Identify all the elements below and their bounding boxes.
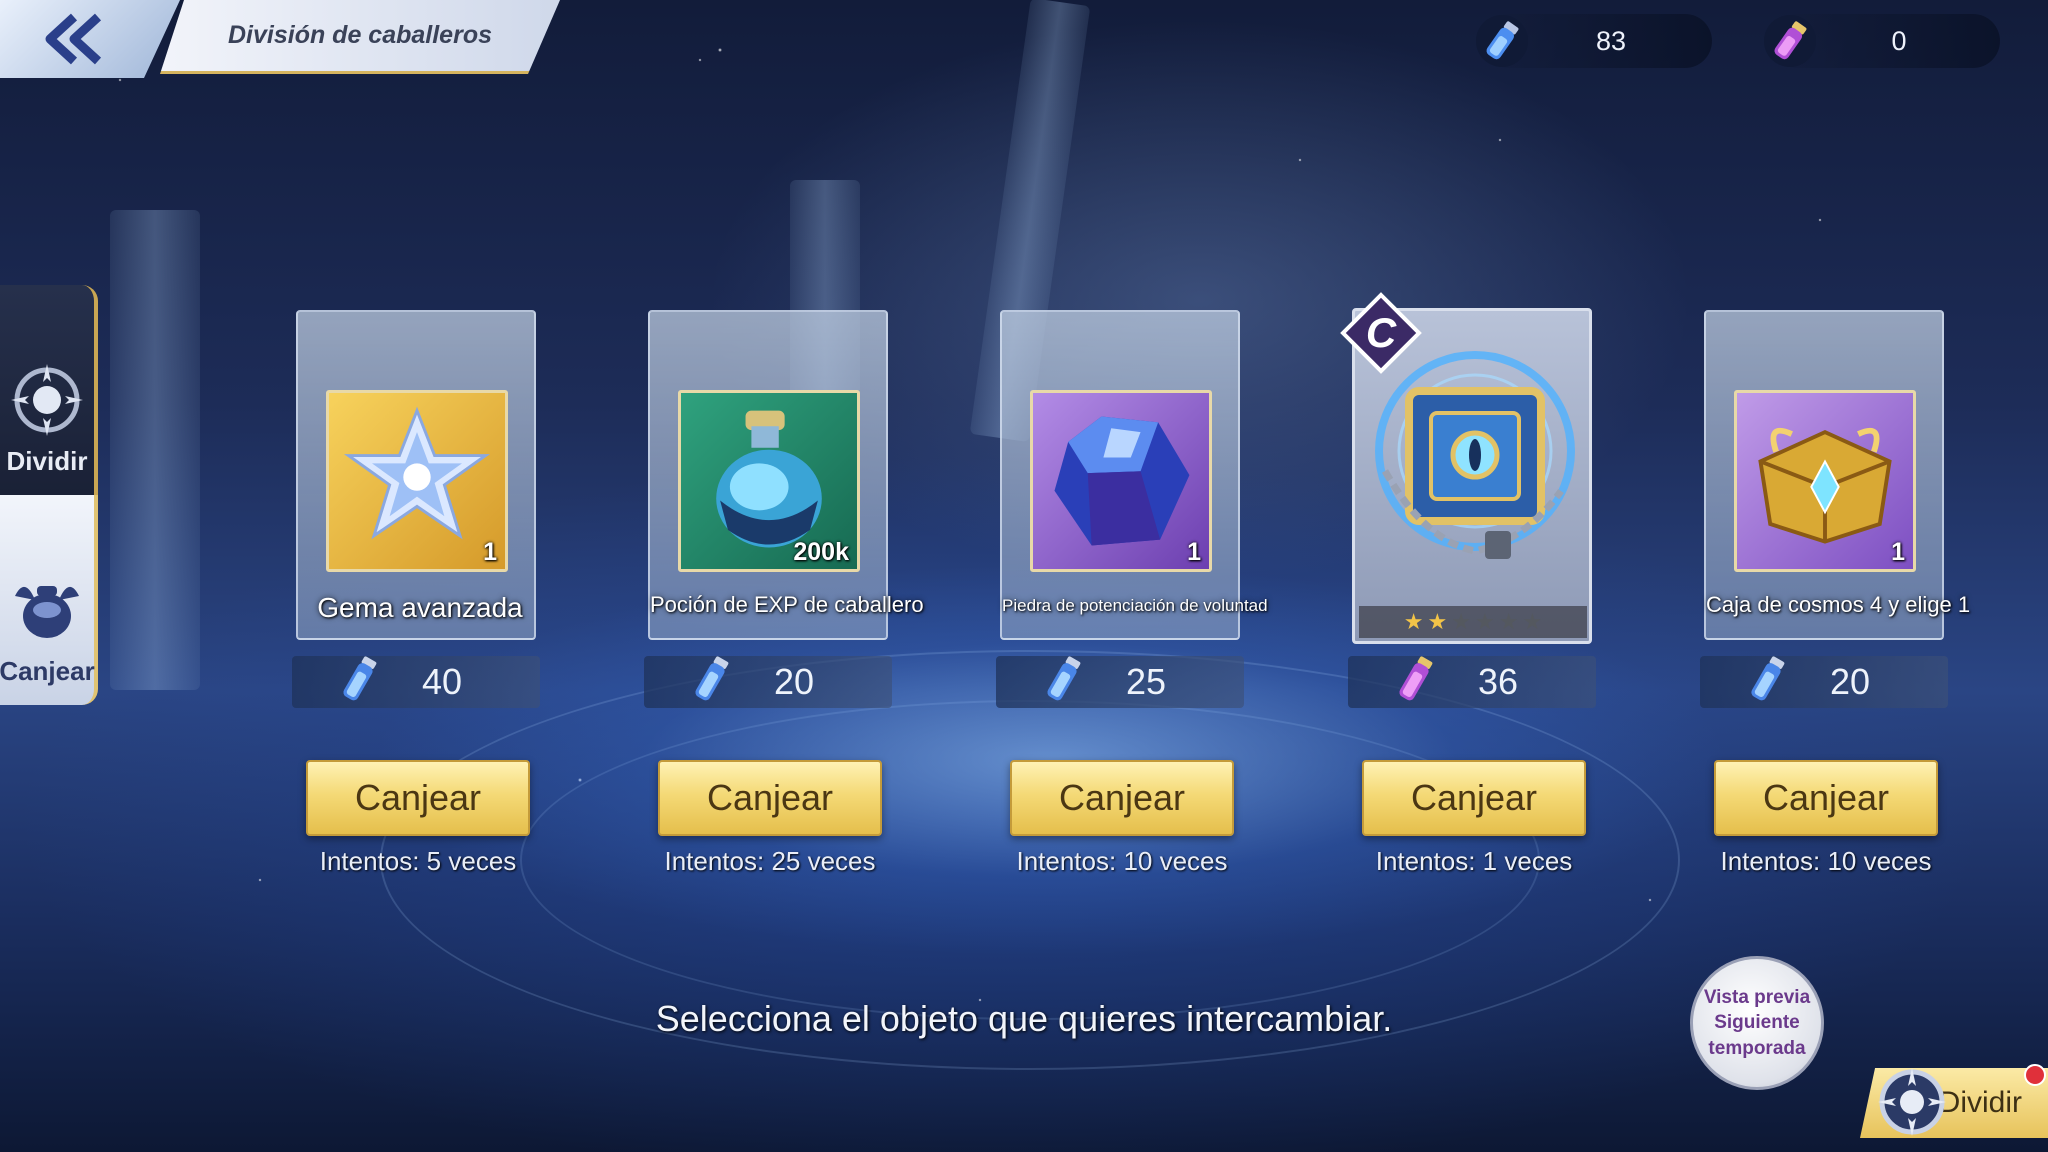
attempts-text: Intentos: 10 veces xyxy=(1016,846,1228,876)
preview-next-season-button[interactable]: Vista previa Siguiente temporada xyxy=(1690,956,1824,1090)
item-quantity: 1 xyxy=(483,538,497,566)
rarity-letter: C xyxy=(1366,309,1397,356)
item-card[interactable]: C ★ ★ ★ ★ ★ ★ xyxy=(1340,292,1592,644)
tab-dividir[interactable]: Dividir xyxy=(0,285,98,495)
blue-crystal-icon xyxy=(1054,416,1190,546)
currency-purple: 0 xyxy=(1764,14,2000,68)
currency-blue: 83 xyxy=(1476,14,1712,68)
divide-emblem-icon xyxy=(11,364,83,436)
blue-vial-icon xyxy=(1047,656,1081,701)
currency-purple-value: 0 xyxy=(1891,25,1907,56)
item-quantity: 1 xyxy=(1891,538,1905,566)
side-tab-panel: Dividir Canjear xyxy=(0,225,100,805)
price-bar: 25 xyxy=(996,656,1244,708)
page-title-bar: División de caballeros xyxy=(160,0,560,74)
item-card[interactable]: 1 Caja de cosmos 4 y elige 1 xyxy=(1704,310,1970,640)
item-price: 20 xyxy=(773,661,815,702)
blue-vial-icon xyxy=(1476,15,1528,67)
purple-vial-icon xyxy=(1399,656,1433,701)
price-bar: 40 xyxy=(292,656,540,708)
star-icon: ★ xyxy=(1451,609,1471,634)
item-price: 20 xyxy=(1829,661,1871,702)
tab-canjear-label: Canjear xyxy=(0,656,95,686)
item-quantity: 1 xyxy=(1187,538,1201,566)
redeem-button[interactable]: Canjear xyxy=(306,760,530,836)
item-price: 36 xyxy=(1477,661,1519,702)
redeem-button[interactable]: Canjear xyxy=(658,760,882,836)
item-card[interactable]: 200k Poción de EXP de caballero xyxy=(648,310,924,640)
item-image: 200k xyxy=(678,390,860,572)
price-bar: 36 xyxy=(1348,656,1596,708)
item-image: 1 xyxy=(326,390,508,572)
item-name: Piedra de potenciación de voluntad xyxy=(1002,596,1268,615)
item-price: 25 xyxy=(1125,661,1167,702)
golden-chest-icon xyxy=(1758,427,1892,544)
page-title: División de caballeros xyxy=(228,21,492,49)
rarity-badge-icon: C xyxy=(1340,292,1422,374)
preview-line-1: Vista previa xyxy=(1703,986,1811,1008)
item-card[interactable]: 1 Piedra de potenciación de voluntad xyxy=(1000,310,1268,640)
item-card[interactable]: 1 Gema avanzada xyxy=(296,310,536,640)
blue-vial-icon xyxy=(343,656,377,701)
attempts-text: Intentos: 25 veces xyxy=(664,846,876,876)
preview-line-2: Siguiente xyxy=(1714,1012,1800,1034)
star-icon: ★ xyxy=(1475,609,1495,634)
redeem-button[interactable]: Canjear xyxy=(1010,760,1234,836)
item-name: Poción de EXP de caballero xyxy=(650,592,924,617)
shop-item-caja-cosmos: 1 Caja de cosmos 4 y elige 1 20 Canjear … xyxy=(1700,310,1970,876)
item-price: 40 xyxy=(421,661,463,702)
tab-canjear[interactable]: Canjear xyxy=(0,495,98,705)
star-icon: ★ xyxy=(1427,609,1448,634)
star-rating: ★ ★ ★ ★ ★ ★ xyxy=(1359,606,1587,638)
item-image: 1 xyxy=(1030,390,1212,572)
item-name: Caja de cosmos 4 y elige 1 xyxy=(1706,592,1971,617)
currency-blue-value: 83 xyxy=(1595,25,1627,56)
star-icon: ★ xyxy=(1522,609,1543,634)
shop-item-piedra-voluntad: 1 Piedra de potenciación de voluntad 25 … xyxy=(996,310,1268,876)
attempts-text: Intentos: 5 veces xyxy=(319,846,517,876)
redeem-button[interactable]: Canjear xyxy=(1362,760,1586,836)
item-quantity: 200k xyxy=(793,538,849,566)
star-icon: ★ xyxy=(1498,609,1519,634)
divide-emblem-icon xyxy=(1878,1068,1946,1136)
item-name: Gema avanzada xyxy=(317,592,523,623)
redeem-button[interactable]: Canjear xyxy=(1714,760,1938,836)
star-icon: ★ xyxy=(1403,609,1424,634)
redeem-emblem-icon xyxy=(15,586,79,638)
item-image: 1 xyxy=(1734,390,1916,572)
attempts-text: Intentos: 10 veces xyxy=(1720,846,1932,876)
preview-line-3: temporada xyxy=(1708,1037,1806,1059)
shop-item-gema-avanzada: 1 Gema avanzada 40 Canjear Intentos: 5 v… xyxy=(292,310,542,876)
tab-dividir-label: Dividir xyxy=(6,446,88,476)
shop-item-pocion-exp: 200k Poción de EXP de caballero 20 Canje… xyxy=(644,310,924,876)
price-bar: 20 xyxy=(644,656,892,708)
shop-item-featured-artifact: C ★ ★ ★ ★ ★ ★ 36 Canjear Intentos: 1 veces xyxy=(1340,292,1598,876)
star-gem-icon xyxy=(343,406,491,540)
notification-dot xyxy=(2024,1064,2046,1086)
double-chevron-left-icon xyxy=(45,13,102,65)
blue-vial-icon xyxy=(695,656,729,701)
purple-vial-icon xyxy=(1764,15,1816,67)
background-pillar xyxy=(110,210,200,690)
price-bar: 20 xyxy=(1700,656,1948,708)
attempts-text: Intentos: 1 veces xyxy=(1375,846,1573,876)
back-button[interactable] xyxy=(0,0,180,78)
blue-vial-icon xyxy=(1751,656,1785,701)
